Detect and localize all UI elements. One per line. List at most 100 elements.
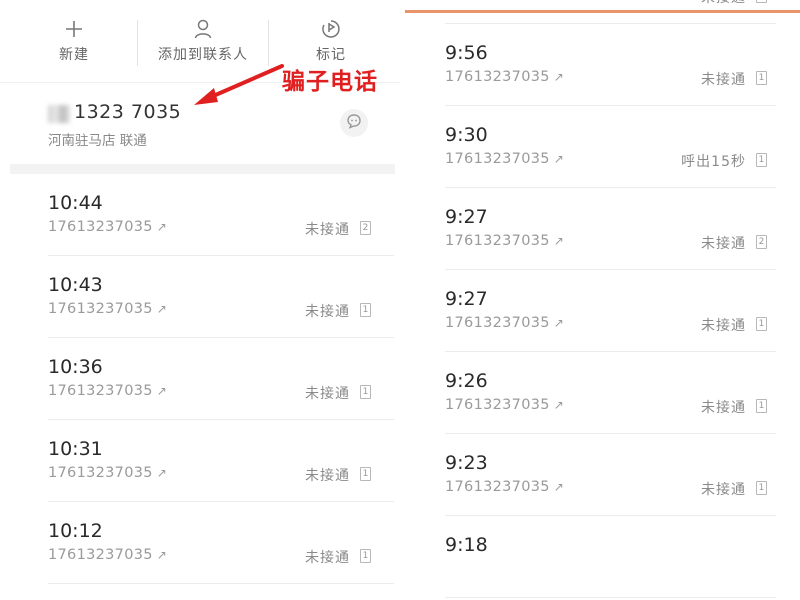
call-number: 17613237035↗ xyxy=(445,479,564,495)
call-count-badge: 1 xyxy=(756,399,767,413)
call-status: 呼出15秒 xyxy=(681,154,746,170)
outgoing-arrow-icon: ↗ xyxy=(553,316,565,330)
call-status: 未接通 xyxy=(701,72,746,88)
call-number-text: 17613237035 xyxy=(445,315,550,331)
call-time: 9:27 xyxy=(445,206,488,228)
scam-call-annotation: 骗子电话 xyxy=(282,69,378,95)
call-log-row[interactable]: 9:18 xyxy=(405,516,800,598)
call-number: 17613237035↗ xyxy=(48,301,167,317)
call-count-badge: 2 xyxy=(756,235,767,249)
toolbar-divider xyxy=(137,20,138,66)
outgoing-arrow-icon: ↗ xyxy=(553,152,565,166)
outgoing-arrow-icon: ↗ xyxy=(553,398,565,412)
caller-location: 河南驻马店 联通 xyxy=(48,133,147,149)
call-number-text: 17613237035 xyxy=(445,397,550,413)
right-call-history-panel: 10:0017613237035↗未接通19:5617613237035↗未接通… xyxy=(405,0,800,600)
call-log-row[interactable]: 10:43 17613237035 ↗ 未接通 1 xyxy=(0,256,400,338)
call-number: 17613237035↗ xyxy=(445,315,564,331)
call-number: 17613237035↗ xyxy=(48,465,167,481)
call-time: 10:31 xyxy=(48,438,103,460)
call-log-row[interactable]: 9:27 17613237035 ↗ 未接通 2 xyxy=(405,188,800,270)
call-log-row[interactable]: 9:26 17613237035 ↗ 未接通 1 xyxy=(405,352,800,434)
call-number: 17613237035↗ xyxy=(48,383,167,399)
call-count-badge: 1 xyxy=(360,385,371,399)
call-count-badge: 1 xyxy=(756,71,767,85)
call-count-badge: 1 xyxy=(756,153,767,167)
call-number: 17613237035↗ xyxy=(445,151,564,167)
outgoing-arrow-icon: ↗ xyxy=(156,302,168,316)
call-status: 未接通 xyxy=(701,482,746,498)
call-count-badge: 1 xyxy=(756,0,767,3)
left-call-detail-panel: 新建 添加到联系人 标记 1323 7035 河南驻马店 联通 10:44 17… xyxy=(0,0,400,600)
section-divider-band xyxy=(10,164,395,174)
call-status: 未接通 xyxy=(305,222,350,238)
toolbar-divider xyxy=(268,20,269,66)
row-divider xyxy=(445,597,776,598)
outgoing-arrow-icon: ↗ xyxy=(554,0,564,2)
call-log-row[interactable]: 10:44 17613237035 ↗ 未接通 2 xyxy=(0,174,400,256)
call-count-badge: 1 xyxy=(756,317,767,331)
call-count-badge: 1 xyxy=(756,481,767,495)
call-log-row[interactable]: 9:27 17613237035 ↗ 未接通 1 xyxy=(405,270,800,352)
call-number xyxy=(445,561,449,577)
call-number-text: 17613237035 xyxy=(48,547,153,563)
outgoing-arrow-icon: ↗ xyxy=(156,548,168,562)
call-count-badge: 1 xyxy=(360,303,371,317)
left-call-list: 10:44 17613237035 ↗ 未接通 2 10:43 17613237035 ↗ 未接… xyxy=(0,174,400,584)
call-time: 9:27 xyxy=(445,288,488,310)
call-number-text: 17613237035 xyxy=(445,0,550,3)
call-number-text: 17613237035 xyxy=(445,151,550,167)
call-time: 9:26 xyxy=(445,370,488,392)
outgoing-arrow-icon: ↗ xyxy=(553,234,565,248)
call-number: 17613237035↗ xyxy=(445,397,564,413)
call-time: 9:56 xyxy=(445,42,488,64)
call-number: 17613237035↗ xyxy=(48,547,167,563)
outgoing-arrow-icon: ↗ xyxy=(156,466,168,480)
call-log-row[interactable]: 10:36 17613237035 ↗ 未接通 1 xyxy=(0,338,400,420)
call-time: 9:18 xyxy=(445,534,488,556)
plus-icon xyxy=(65,16,83,42)
call-number-text: 17613237035 xyxy=(445,233,550,249)
call-log-row[interactable]: 9:56 17613237035 ↗ 未接通 1 xyxy=(405,24,800,106)
outgoing-arrow-icon: ↗ xyxy=(553,480,565,494)
call-log-row[interactable]: 10:31 17613237035 ↗ 未接通 1 xyxy=(0,420,400,502)
number-blur-mask xyxy=(48,105,70,123)
new-contact-label: 新建 xyxy=(59,47,89,63)
call-time: 10:36 xyxy=(48,356,103,378)
chat-bubble-icon xyxy=(346,113,362,133)
call-number-text: 17613237035 xyxy=(445,479,550,495)
call-count-badge: 2 xyxy=(360,221,371,235)
add-to-contacts-label: 添加到联系人 xyxy=(158,47,248,63)
call-number-text: 17613237035 xyxy=(48,383,153,399)
call-time: 10:43 xyxy=(48,274,103,296)
call-count-badge: 1 xyxy=(360,549,371,563)
message-button[interactable] xyxy=(340,109,368,137)
call-status: 未接通 xyxy=(701,318,746,334)
right-call-list: 10:0017613237035↗未接通19:5617613237035↗未接通… xyxy=(405,0,800,598)
call-status: 未接通 xyxy=(305,468,350,484)
call-number-text: 17613237035 xyxy=(48,219,153,235)
call-status: 未接通 xyxy=(305,386,350,402)
call-time: 9:30 xyxy=(445,124,488,146)
annotation-arrow-icon xyxy=(190,62,286,112)
call-time: 10:44 xyxy=(48,192,103,214)
call-log-row[interactable]: 9:23 17613237035 ↗ 未接通 1 xyxy=(405,434,800,516)
call-number-text: 17613237035 xyxy=(445,69,550,85)
flag-circle-icon xyxy=(321,16,341,42)
call-status: 未接通 xyxy=(701,0,746,7)
person-icon xyxy=(194,16,212,42)
call-number: 17613237035 ↗ xyxy=(445,0,564,3)
call-status: 未接通 xyxy=(701,400,746,416)
call-number-text: 17613237035 xyxy=(48,465,153,481)
call-time: 10:12 xyxy=(48,520,103,542)
call-status: 未接通 xyxy=(305,304,350,320)
call-number: 17613237035↗ xyxy=(445,69,564,85)
new-contact-button[interactable]: 新建 xyxy=(44,16,104,72)
call-count-badge: 1 xyxy=(360,467,371,481)
screenshot-stage: 新建 添加到联系人 标记 1323 7035 河南驻马店 联通 10:44 17… xyxy=(0,0,800,600)
call-log-row[interactable]: 9:30 17613237035 ↗ 呼出15秒 1 xyxy=(405,106,800,188)
outgoing-arrow-icon: ↗ xyxy=(156,384,168,398)
row-divider xyxy=(48,583,394,584)
call-log-row[interactable]: 10:12 17613237035 ↗ 未接通 1 xyxy=(0,502,400,584)
call-number: 17613237035↗ xyxy=(445,233,564,249)
